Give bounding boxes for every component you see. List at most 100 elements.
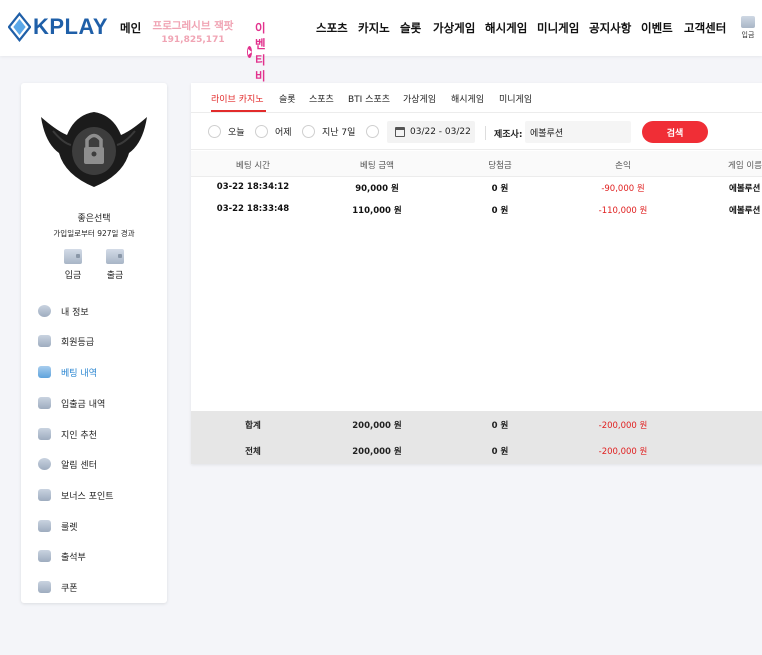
active-tab-indicator <box>211 110 266 112</box>
filter-custom[interactable] <box>366 124 379 138</box>
radio-circle <box>366 124 379 138</box>
summary-row-total: 전체 200,000 원 0 원 -200,000 원 <box>191 437 762 463</box>
kplay-logo-icon <box>8 11 31 43</box>
game-name: 에볼루션 <box>729 206 761 216</box>
nav-hash[interactable]: 해시게임 <box>485 20 527 36</box>
wallet-icon <box>106 249 124 264</box>
jackpot-amount: 191,825,171 <box>161 35 225 45</box>
member-since: 가입일로부터 927일 경과 <box>53 229 135 238</box>
bet-amount: 110,000 원 <box>352 206 402 216</box>
tab-sports[interactable]: 스포츠 <box>309 92 334 105</box>
sidebar-item-label: 출석부 <box>61 552 86 563</box>
summary-win: 0 원 <box>491 447 509 457</box>
heart-icon <box>38 428 51 440</box>
win-amount: 0 원 <box>491 206 509 216</box>
game-name: 에볼루션 <box>729 184 761 194</box>
tab-live-casino[interactable]: 라이브 카지노 <box>211 92 264 105</box>
maker-label: 제조사: <box>494 130 523 140</box>
sidebar-item-label: 룰렛 <box>61 522 78 533</box>
kplay-logo[interactable]: KPLAY <box>8 11 108 43</box>
user-sidebar: 좋은선택 가입일로부터 927일 경과 입금 출금 내 정보 회원등급 베팅 내… <box>21 83 167 603</box>
column-header: 베팅 시간 <box>236 161 270 171</box>
calendar-icon <box>395 127 405 137</box>
game-tabs: 라이브 카지노 슬롯 스포츠 BTI 스포츠 가상게임 해시게임 미니게임 <box>191 83 762 113</box>
sidebar-withdraw-button[interactable]: 출금 <box>100 249 130 281</box>
sidebar-item-label: 입출금 내역 <box>61 399 106 410</box>
sidebar-item-transactions[interactable]: 입출금 내역 <box>21 393 167 413</box>
nav-event[interactable]: 이벤트 <box>641 20 673 36</box>
radio-circle <box>302 124 315 138</box>
bet-time: 03-22 18:33:48 <box>216 204 290 214</box>
sidebar-item-roulette[interactable]: 룰렛 <box>21 516 167 536</box>
bet-amount: 90,000 원 <box>355 184 399 194</box>
filter-last7-label: 지난 7일 <box>322 127 356 138</box>
tab-mini[interactable]: 미니게임 <box>499 92 532 105</box>
summary-row-subtotal: 합계 200,000 원 0 원 -200,000 원 <box>191 411 762 437</box>
table-header: 베팅 시간 베팅 금액 당첨금 손익 게임 이름 <box>191 151 762 177</box>
wallet-icon <box>38 397 51 409</box>
summary-label: 전체 <box>245 447 261 457</box>
date-range-picker[interactable]: 03/22 - 03/22 <box>387 121 475 143</box>
chat-icon <box>38 458 51 470</box>
profit-loss: -110,000 원 <box>598 206 648 216</box>
filter-today[interactable]: 오늘 <box>208 124 245 138</box>
radio-circle <box>208 124 221 138</box>
sidebar-item-betting-history[interactable]: 베팅 내역 <box>21 362 167 382</box>
filter-yesterday[interactable]: 어제 <box>255 124 292 138</box>
column-header: 손익 <box>615 161 631 171</box>
radio-circle <box>255 124 268 138</box>
calendar-icon <box>38 581 51 593</box>
sidebar-item-label: 쿠폰 <box>61 583 78 594</box>
history-icon <box>38 366 51 378</box>
table-summary: 합계 200,000 원 0 원 -200,000 원 전체 200,000 원… <box>191 411 762 464</box>
jackpot-label: 프로그레시브 잭팟 <box>152 20 234 32</box>
sidebar-item-label: 베팅 내역 <box>61 368 97 379</box>
nav-progressive-jackpot[interactable]: 프로그레시브 잭팟 191,825,171 <box>152 20 234 47</box>
sidebar-item-notifications[interactable]: 알림 센터 <box>21 454 167 474</box>
nav-main[interactable]: 메인 <box>120 20 141 36</box>
user-icon <box>38 305 51 317</box>
divider <box>485 126 486 140</box>
nav-notice[interactable]: 공지사항 <box>589 20 631 36</box>
sidebar-item-my-info[interactable]: 내 정보 <box>21 301 167 321</box>
filter-today-label: 오늘 <box>228 127 245 138</box>
tab-bti-sports[interactable]: BTI 스포츠 <box>348 92 390 105</box>
tab-slot[interactable]: 슬롯 <box>279 92 296 105</box>
nav-event-tv[interactable]: 이벤티비 <box>247 20 273 84</box>
search-button[interactable]: 검색 <box>642 121 708 143</box>
filter-last7[interactable]: 지난 7일 <box>302 124 355 138</box>
header-deposit-button[interactable]: 입금 <box>738 16 758 40</box>
summary-label: 합계 <box>245 421 261 431</box>
sidebar-item-coupon[interactable]: 쿠폰 <box>21 577 167 597</box>
tab-virtual[interactable]: 가상게임 <box>403 92 436 105</box>
filter-bar: 오늘 어제 지난 7일 03/22 - 03/22 제조사: 검색 <box>191 114 762 150</box>
nav-sports[interactable]: 스포츠 <box>316 20 348 36</box>
column-header: 당첨금 <box>488 161 512 171</box>
nav-event-tv-label: 이벤티비 <box>255 21 266 83</box>
sidebar-item-bonus-points[interactable]: 보너스 포인트 <box>21 485 167 505</box>
sidebar-item-referral[interactable]: 지인 추천 <box>21 424 167 444</box>
star-icon <box>38 520 51 532</box>
sidebar-item-attendance[interactable]: 출석부 <box>21 546 167 566</box>
nav-mini[interactable]: 미니게임 <box>537 20 579 36</box>
tab-hash[interactable]: 해시게임 <box>451 92 484 105</box>
nav-casino[interactable]: 카지노 <box>358 20 390 36</box>
sidebar-item-label: 회원등급 <box>61 337 95 348</box>
top-header: KPLAY 메인 프로그레시브 잭팟 191,825,171 이벤티비 스포츠 … <box>0 0 762 83</box>
header-deposit-label: 입금 <box>741 31 755 39</box>
profit-loss: -90,000 원 <box>601 184 645 194</box>
maker-input[interactable] <box>525 121 631 143</box>
sidebar-deposit-button[interactable]: 입금 <box>58 249 88 281</box>
sidebar-item-label: 알림 센터 <box>61 460 97 471</box>
nav-slot[interactable]: 슬롯 <box>400 20 421 36</box>
play-icon <box>247 46 252 58</box>
table-row[interactable]: 03-22 18:33:48 110,000 원 0 원 -110,000 원 … <box>191 199 762 221</box>
bet-time: 03-22 18:34:12 <box>216 182 290 192</box>
nav-virtual[interactable]: 가상게임 <box>433 20 475 36</box>
betting-history-panel: 라이브 카지노 슬롯 스포츠 BTI 스포츠 가상게임 해시게임 미니게임 오늘… <box>191 83 762 464</box>
nav-support[interactable]: 고객센터 <box>684 20 726 36</box>
sidebar-item-member-level[interactable]: 회원등급 <box>21 331 167 351</box>
table-row[interactable]: 03-22 18:34:12 90,000 원 0 원 -90,000 원 에볼… <box>191 177 762 199</box>
filter-yesterday-label: 어제 <box>275 127 292 138</box>
summary-bet: 200,000 원 <box>352 447 402 457</box>
